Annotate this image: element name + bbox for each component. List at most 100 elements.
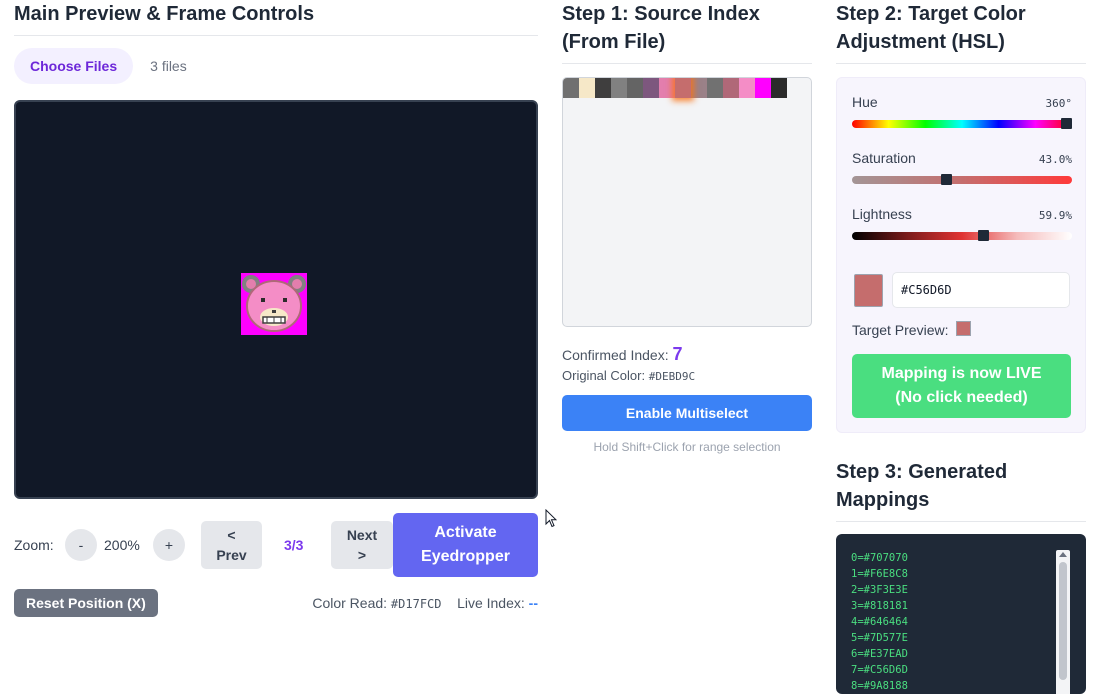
lightness-slider[interactable] [852,230,1072,241]
saturation-value: 43.0% [1038,153,1072,166]
palette-swatch[interactable] [771,78,787,98]
palette-swatch[interactable] [675,78,691,98]
original-color: Original Color: #DEBD9C [562,368,812,383]
mapping-item: 0=#707070 [851,552,908,564]
file-row: Choose Files 3 files [14,48,538,84]
preview-canvas[interactable] [14,100,538,499]
preview-panel: Main Preview & Frame Controls Choose Fil… [14,0,538,499]
palette-swatch[interactable] [595,78,611,98]
frame-indicator: 3/3 [284,537,304,553]
next-label: Next [346,527,378,543]
choose-files-button[interactable]: Choose Files [14,48,134,84]
hsl-title: Step 2: Target Color Adjustment (HSL) [836,0,1086,64]
hsl-title-line2: Adjustment (HSL) [836,31,1005,53]
frame-controls: Zoom: - 200% + < Prev 3/3 Next > Activate E… [14,513,538,577]
palette-swatch[interactable] [611,78,627,98]
scrollbar-thumb[interactable] [1059,562,1067,680]
prev-frame-button[interactable]: < Prev [201,521,262,569]
color-read-label: Color Read: [312,595,388,611]
mappings-list: 0=#707070 1=#F6E8C8 2=#3F3E3E 3=#818181 4=#6… [851,550,908,694]
source-index-panel: Step 1: Source Index (From File) Confirm… [562,0,812,454]
mapping-item: 6=#E37EAD [851,648,908,660]
mapping-item: 3=#818181 [851,600,908,612]
zoom-out-button[interactable]: - [65,529,97,561]
mapping-item: 5=#7D577E [851,632,908,644]
zoom-in-button[interactable]: + [153,529,185,561]
source-index-title: Step 1: Source Index (From File) [562,0,812,64]
reset-position-button[interactable]: Reset Position (X) [14,589,158,617]
hsl-title-line1: Step 2: Target Color [836,3,1026,25]
palette-swatch[interactable] [739,78,755,98]
lightness-value: 59.9% [1038,209,1072,222]
color-read-value: #D17FCD [390,597,442,611]
live-line2: (No click needed) [895,389,1028,406]
hue-slider-thumb[interactable] [1061,118,1072,129]
palette-swatch[interactable] [659,78,675,98]
original-color-label: Original Color: [562,368,646,383]
target-preview-label: Target Preview: [852,322,949,338]
saturation-slider-thumb[interactable] [941,174,953,185]
live-index-label: Live Index: [457,595,525,611]
mouse-cursor-icon [545,509,557,528]
file-count: 3 files [150,58,187,74]
status-row: Reset Position (X) Color Read: #D17FCD L… [14,589,538,617]
mapping-item: 2=#3F3E3E [851,584,908,596]
readouts: Color Read: #D17FCD Live Index: -- [312,595,538,611]
lightness-slider-thumb[interactable] [978,230,990,241]
prev-arrow: < [227,527,236,543]
confirmed-index-label: Confirmed Index: [562,347,669,363]
confirmed-index-value: 7 [672,344,683,364]
hsl-controls: Hue 360° Saturation 43.0% Lightness 59.9… [836,77,1086,433]
target-preview-swatch [956,320,972,336]
color-row [854,272,1070,308]
scroll-up-icon[interactable] [1059,552,1067,557]
hsl-adjust-panel: Step 2: Target Color Adjustment (HSL) Hu… [836,0,1086,694]
lightness-slider-row: Lightness 59.9% [852,206,1072,241]
confirmed-index: Confirmed Index: 7 [562,344,812,364]
palette-swatch[interactable] [563,78,579,98]
prev-label: Prev [216,547,247,563]
palette-swatch[interactable] [579,78,595,98]
palette-swatch[interactable] [691,78,707,98]
palette-swatch[interactable] [707,78,723,98]
target-preview: Target Preview: [852,320,972,338]
mappings-title-line1: Step 3: Generated [836,461,1008,483]
eyedropper-button[interactable]: Activate Eyedropper [393,513,538,577]
saturation-label: Saturation [852,150,916,166]
preview-title: Main Preview & Frame Controls [14,0,538,36]
eyedropper-line2: Eyedropper [421,548,510,565]
palette-swatches [563,78,787,98]
palette-swatch[interactable] [627,78,643,98]
live-index-value: -- [528,595,538,611]
mappings-output[interactable]: 0=#707070 1=#F6E8C8 2=#3F3E3E 3=#818181 4=#6… [836,534,1086,694]
palette-swatch[interactable] [755,78,771,98]
sprite-image [241,273,307,335]
mapping-item: 4=#646464 [851,616,908,628]
next-arrow: > [357,547,367,563]
eyedropper-line1: Activate [434,524,497,541]
mappings-title-line2: Mappings [836,489,930,511]
source-title-line2: (From File) [562,31,666,53]
palette-swatch[interactable] [643,78,659,98]
source-title-line1: Step 1: Source Index [562,3,760,25]
zoom-value: 200% [104,537,140,553]
saturation-slider-row: Saturation 43.0% [852,150,1072,185]
mapping-live-button[interactable]: Mapping is now LIVE (No click needed) [852,354,1071,418]
hue-slider[interactable] [852,118,1072,129]
palette-swatch[interactable] [723,78,739,98]
mappings-title: Step 3: Generated Mappings [836,458,1086,522]
mappings-scrollbar[interactable] [1056,550,1070,694]
original-color-value: #DEBD9C [648,370,696,383]
generated-mappings-section: Step 3: Generated Mappings 0=#707070 1=#F… [836,458,1086,694]
color-picker-swatch[interactable] [854,273,883,307]
zoom-label: Zoom: [14,537,54,553]
lightness-label: Lightness [852,206,912,222]
enable-multiselect-button[interactable]: Enable Multiselect [562,395,812,431]
hue-slider-row: Hue 360° [852,94,1072,129]
saturation-slider[interactable] [852,174,1072,185]
next-frame-button[interactable]: Next > [331,521,393,569]
live-line1: Mapping is now LIVE [881,365,1042,382]
mapping-item: 8=#9A8188 [851,680,908,692]
mapping-item: 7=#C56D6D [851,664,908,676]
hex-color-input[interactable] [892,272,1070,308]
